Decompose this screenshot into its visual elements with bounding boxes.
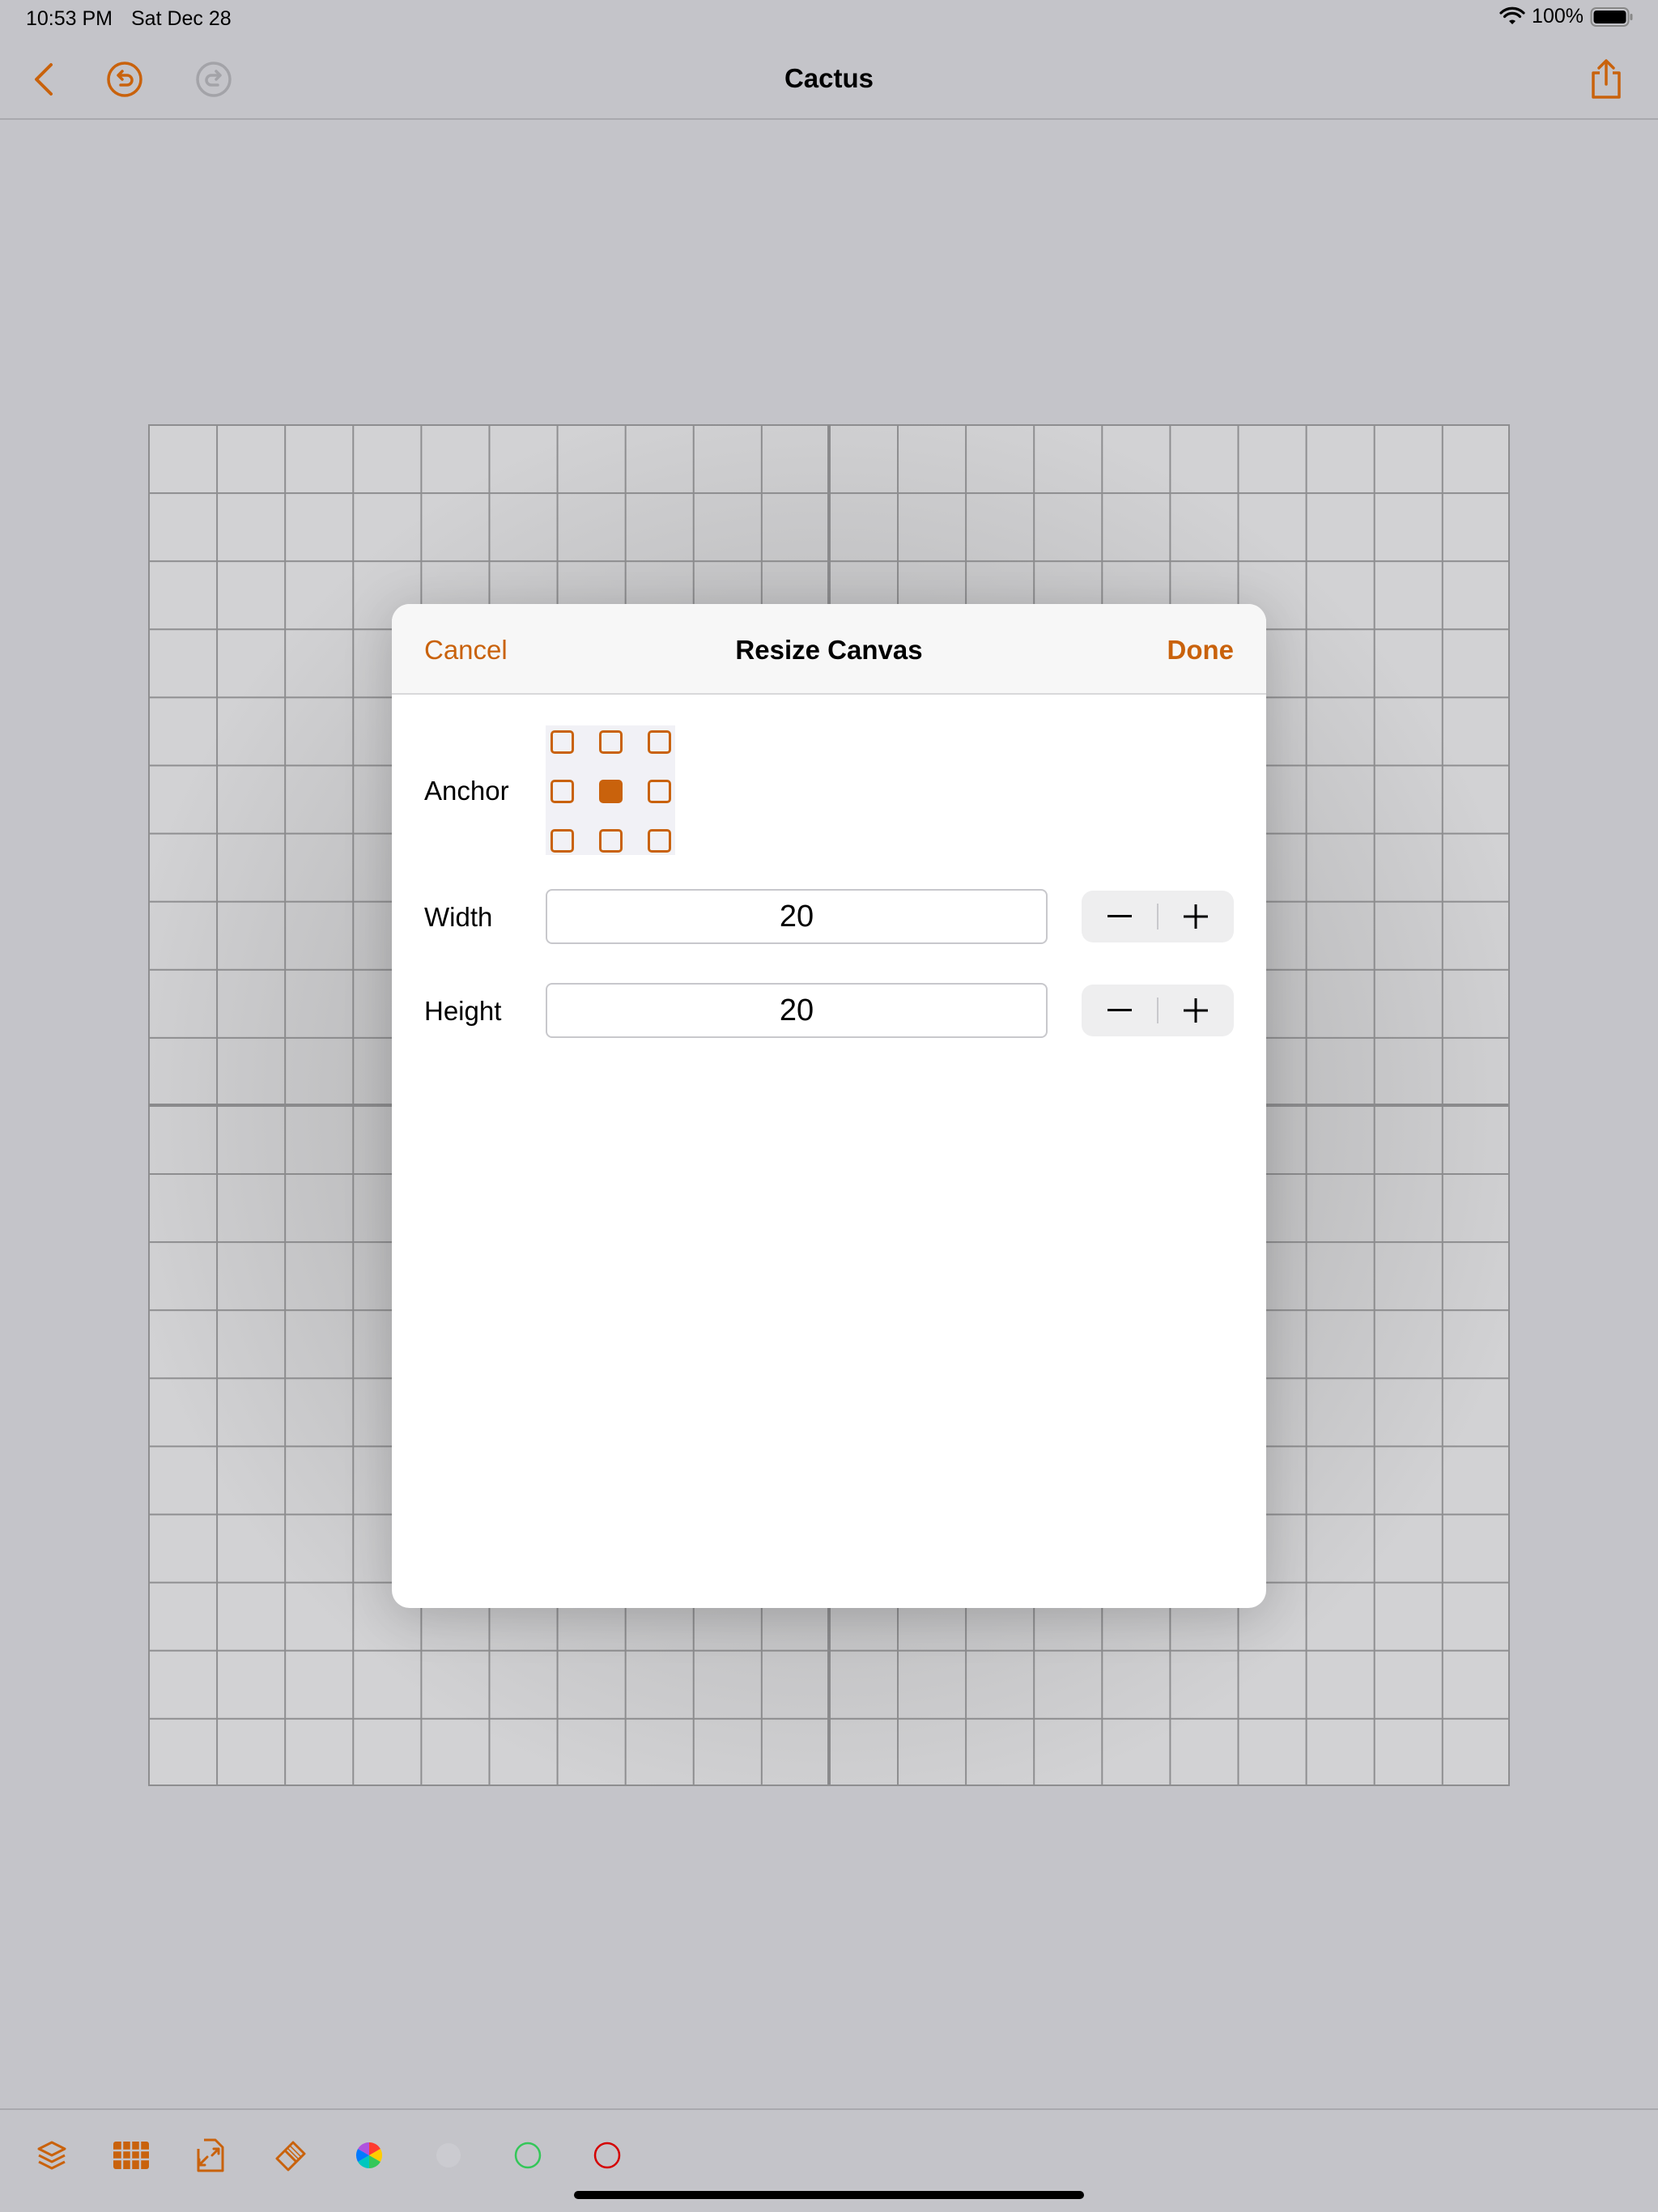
- dialog-title: Resize Canvas: [735, 635, 923, 665]
- height-stepper: [1082, 985, 1234, 1036]
- share-icon[interactable]: [1582, 55, 1630, 104]
- anchor-bottom-left[interactable]: [551, 829, 574, 853]
- wifi-icon: [1499, 6, 1525, 24]
- anchor-center[interactable]: [599, 780, 623, 803]
- width-increment-button[interactable]: [1158, 891, 1234, 942]
- battery-icon: [1590, 6, 1633, 27]
- status-time: 10:53 PM: [26, 7, 113, 30]
- height-decrement-button[interactable]: [1082, 985, 1158, 1036]
- status-date: Sat Dec 28: [131, 7, 232, 30]
- color-wheel-icon[interactable]: [346, 2133, 392, 2178]
- resize-canvas-dialog: Cancel Resize Canvas Done Anchor Width 2…: [392, 604, 1266, 1608]
- width-field[interactable]: 20: [546, 889, 1048, 944]
- height-increment-button[interactable]: [1158, 985, 1234, 1036]
- done-button[interactable]: Done: [1167, 635, 1235, 666]
- status-right: 100%: [1499, 5, 1634, 28]
- anchor-label: Anchor: [424, 776, 509, 806]
- anchor-top-left[interactable]: [551, 730, 574, 754]
- height-field[interactable]: 20: [546, 983, 1048, 1038]
- battery-percent: 100%: [1532, 5, 1584, 28]
- nav-bar: Cactus: [0, 39, 1658, 120]
- width-decrement-button[interactable]: [1082, 891, 1158, 942]
- home-indicator[interactable]: [574, 2191, 1084, 2199]
- eraser-icon[interactable]: [267, 2133, 312, 2178]
- width-label: Width: [424, 902, 493, 932]
- blank-color-slot[interactable]: [426, 2133, 471, 2178]
- layers-icon[interactable]: [29, 2133, 74, 2178]
- anchor-middle-left[interactable]: [551, 780, 574, 803]
- resize-icon[interactable]: [188, 2133, 233, 2178]
- anchor-top-right[interactable]: [648, 730, 671, 754]
- page-title: Cactus: [784, 63, 874, 93]
- anchor-top-center[interactable]: [599, 730, 623, 754]
- anchor-middle-right[interactable]: [648, 780, 671, 803]
- dialog-header: Cancel Resize Canvas Done: [392, 604, 1266, 695]
- height-label: Height: [424, 996, 502, 1026]
- anchor-bottom-center[interactable]: [599, 829, 623, 853]
- anchor-grid: [546, 725, 675, 855]
- anchor-bottom-right[interactable]: [648, 829, 671, 853]
- grid-icon[interactable]: [108, 2133, 154, 2178]
- red-color-slot[interactable]: [585, 2133, 630, 2178]
- green-color-slot[interactable]: [505, 2133, 551, 2178]
- status-bar: 10:53 PM Sat Dec 28 100%: [0, 0, 1658, 39]
- width-stepper: [1082, 891, 1234, 942]
